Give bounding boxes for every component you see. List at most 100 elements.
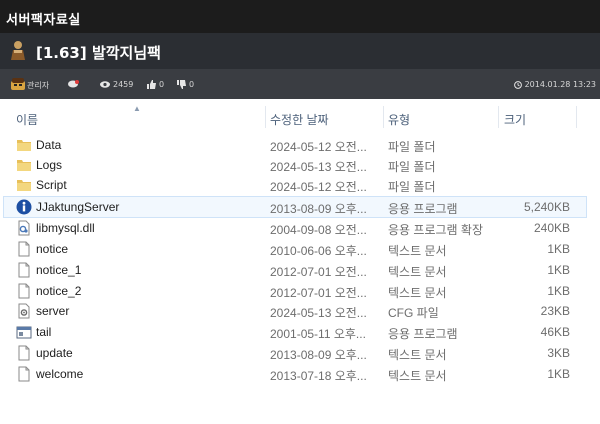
file-date: 2024-05-13 오전... <box>270 306 367 320</box>
file-size: 1KB <box>547 367 570 381</box>
list-item[interactable]: Script 2024-05-12 오전... 파일 폴더 <box>4 175 586 195</box>
list-item[interactable]: server 2024-05-13 오전... CFG 파일 23KB <box>4 301 586 321</box>
list-item[interactable]: update 2013-08-09 오후... 텍스트 문서 3KB <box>4 343 586 363</box>
file-size: 1KB <box>547 242 570 256</box>
document-icon <box>18 366 30 382</box>
column-size[interactable]: 크기 <box>504 111 526 128</box>
column-type[interactable]: 유형 <box>388 111 410 128</box>
thumbs-down-icon <box>177 80 186 89</box>
file-size: 240KB <box>533 221 570 235</box>
file-type: 텍스트 문서 <box>388 348 447 362</box>
likes-count: 0 <box>159 80 165 89</box>
file-type: 텍스트 문서 <box>388 244 447 258</box>
file-date: 2013-07-18 오후... <box>270 369 367 383</box>
post-title: [1.63] 발깍지님팩 <box>36 44 161 62</box>
file-type: 파일 폴더 <box>388 140 436 154</box>
file-type: CFG 파일 <box>388 306 439 320</box>
section-title[interactable]: 서버팩자료실 <box>6 9 81 28</box>
file-name: Data <box>36 138 62 152</box>
list-item[interactable]: JJaktungServer 2013-08-09 오후... 응용 프로그램 … <box>3 196 587 218</box>
file-name: JJaktungServer <box>36 200 120 214</box>
file-explorer: ▲ 이름 수정한 날짜 유형 크기 Data 2024-05-12 오전... … <box>3 103 587 386</box>
file-size: 46KB <box>540 325 570 339</box>
folder-icon <box>17 160 31 171</box>
comments-stat <box>68 80 79 89</box>
list-item[interactable]: tail 2001-05-11 오후... 응용 프로그램 46KB <box>4 322 586 342</box>
character-icon <box>11 41 25 60</box>
document-icon <box>18 345 30 361</box>
dll-icon <box>18 220 30 236</box>
column-divider[interactable] <box>498 106 499 128</box>
folder-icon <box>17 180 31 191</box>
file-name: Logs <box>36 158 63 172</box>
dislikes-count: 0 <box>189 80 195 89</box>
comment-icon <box>68 80 79 88</box>
author-name[interactable]: 관리자 <box>27 80 49 91</box>
file-date: 2024-05-13 오전... <box>270 160 367 174</box>
file-date: 2010-06-06 오후... <box>270 244 367 258</box>
post-date: 2014.01.28 13:23 <box>524 80 596 89</box>
column-divider[interactable] <box>265 106 266 128</box>
file-name: libmysql.dll <box>36 221 95 235</box>
list-item[interactable]: Logs 2024-05-13 오전... 파일 폴더 <box>4 155 586 175</box>
file-name: welcome <box>36 367 84 381</box>
post-meta-bar: 관리자 2459 0 0 2014.01.28 13:23 <box>0 69 600 99</box>
post-title-bar: [1.63] 발깍지님팩 <box>0 33 600 69</box>
column-divider[interactable] <box>383 106 384 128</box>
file-date: 2012-07-01 오전... <box>270 265 367 279</box>
file-date: 2004-09-08 오전... <box>270 223 367 237</box>
app-window-icon <box>16 326 32 339</box>
list-item[interactable]: welcome 2013-07-18 오후... 텍스트 문서 1KB <box>4 364 586 384</box>
file-size: 1KB <box>547 263 570 277</box>
list-item[interactable]: notice 2010-06-06 오후... 텍스트 문서 1KB <box>4 239 586 259</box>
file-type: 응용 프로그램 확장 <box>388 223 483 237</box>
file-name: notice_1 <box>36 263 82 277</box>
file-name: server <box>36 304 70 318</box>
clock-icon <box>513 80 522 89</box>
document-icon <box>18 241 30 257</box>
info-app-icon <box>16 199 32 215</box>
document-icon <box>18 262 30 278</box>
column-divider[interactable] <box>576 106 577 128</box>
config-icon <box>18 303 30 319</box>
list-item[interactable]: Data 2024-05-12 오전... 파일 폴더 <box>4 135 586 155</box>
file-date: 2013-08-09 오후... <box>270 202 367 216</box>
file-size: 5,240KB <box>523 200 570 214</box>
column-date[interactable]: 수정한 날짜 <box>270 111 329 128</box>
file-type: 텍스트 문서 <box>388 369 447 383</box>
file-size: 3KB <box>547 346 570 360</box>
file-name: tail <box>36 325 52 339</box>
avatar[interactable] <box>11 78 25 90</box>
site-header: 서버팩자료실 <box>0 0 600 33</box>
file-type: 파일 폴더 <box>388 180 436 194</box>
eye-icon <box>100 81 110 88</box>
views-stat: 2459 <box>100 80 133 89</box>
file-date: 2024-05-12 오전... <box>270 140 367 154</box>
list-item[interactable]: notice_1 2012-07-01 오전... 텍스트 문서 1KB <box>4 260 586 280</box>
file-date: 2013-08-09 오후... <box>270 348 367 362</box>
file-type: 응용 프로그램 <box>388 202 458 216</box>
file-date: 2001-05-11 오후... <box>270 327 366 341</box>
sort-arrow-icon: ▲ <box>133 104 141 113</box>
dislikes-stat[interactable]: 0 <box>177 80 194 89</box>
column-name[interactable]: 이름 <box>16 111 38 128</box>
thumbs-up-icon <box>147 80 156 89</box>
file-date: 2012-07-01 오전... <box>270 286 367 300</box>
file-name: notice_2 <box>36 284 82 298</box>
post-timestamp: 2014.01.28 13:23 <box>513 80 596 89</box>
file-size: 1KB <box>547 284 570 298</box>
likes-stat[interactable]: 0 <box>147 80 164 89</box>
column-header: ▲ 이름 수정한 날짜 유형 크기 <box>4 103 586 129</box>
list-item[interactable]: libmysql.dll 2004-09-08 오전... 응용 프로그램 확장… <box>4 218 586 238</box>
document-icon <box>18 283 30 299</box>
file-type: 텍스트 문서 <box>388 286 447 300</box>
file-type: 텍스트 문서 <box>388 265 447 279</box>
file-date: 2024-05-12 오전... <box>270 180 367 194</box>
file-name: update <box>36 346 73 360</box>
file-type: 응용 프로그램 <box>388 327 458 341</box>
file-name: notice <box>36 242 69 256</box>
list-item[interactable]: notice_2 2012-07-01 오전... 텍스트 문서 1KB <box>4 281 586 301</box>
views-count: 2459 <box>113 80 134 89</box>
file-size: 23KB <box>540 304 570 318</box>
file-name: Script <box>36 178 67 192</box>
